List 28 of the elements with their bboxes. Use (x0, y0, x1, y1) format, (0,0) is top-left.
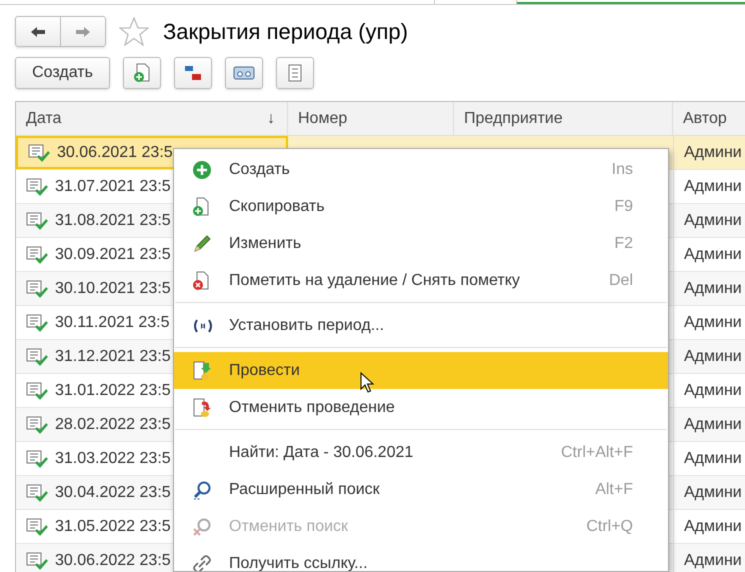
table-cell: Админи (673, 408, 745, 441)
window-title: Закрытия периода (упр) (163, 18, 408, 46)
date-text: 30.06.2021 23:5 (57, 142, 173, 162)
date-text: 31.03.2022 23:5 (55, 448, 171, 468)
table-cell: Админи (673, 204, 745, 237)
date-text: 30.10.2021 23:5 (55, 278, 171, 298)
table-cell: Админи (673, 306, 745, 339)
sort-arrow: ↓ (267, 108, 275, 128)
date-text: 28.02.2022 23:5 (55, 414, 171, 434)
table-cell: Админи (673, 510, 745, 543)
date-text: 30.09.2021 23:5 (55, 244, 171, 264)
date-text: 30.11.2021 23:5 (55, 312, 170, 332)
table-cell: Админи (673, 544, 745, 572)
table-cell: Админи (673, 442, 745, 475)
date-text: 31.05.2022 23:5 (55, 516, 171, 536)
table-cell: Админи (673, 136, 745, 169)
date-text: 31.01.2022 23:5 (55, 380, 171, 400)
table-cell: Админи (673, 476, 745, 509)
table-cell: Админи (673, 272, 745, 305)
date-text: 30.04.2022 23:5 (55, 482, 171, 502)
table-cell: Админи (673, 340, 745, 373)
date-text: 31.12.2021 23:5 (55, 346, 171, 366)
date-text: 31.08.2021 23:5 (55, 210, 171, 230)
date-text: 31.07.2021 23:5 (55, 176, 171, 196)
date-text: 30.06.2022 23:5 (55, 550, 171, 570)
table-cell: Админи (673, 170, 745, 203)
table-cell: Админи (673, 374, 745, 407)
table-cell: Админи (673, 238, 745, 271)
